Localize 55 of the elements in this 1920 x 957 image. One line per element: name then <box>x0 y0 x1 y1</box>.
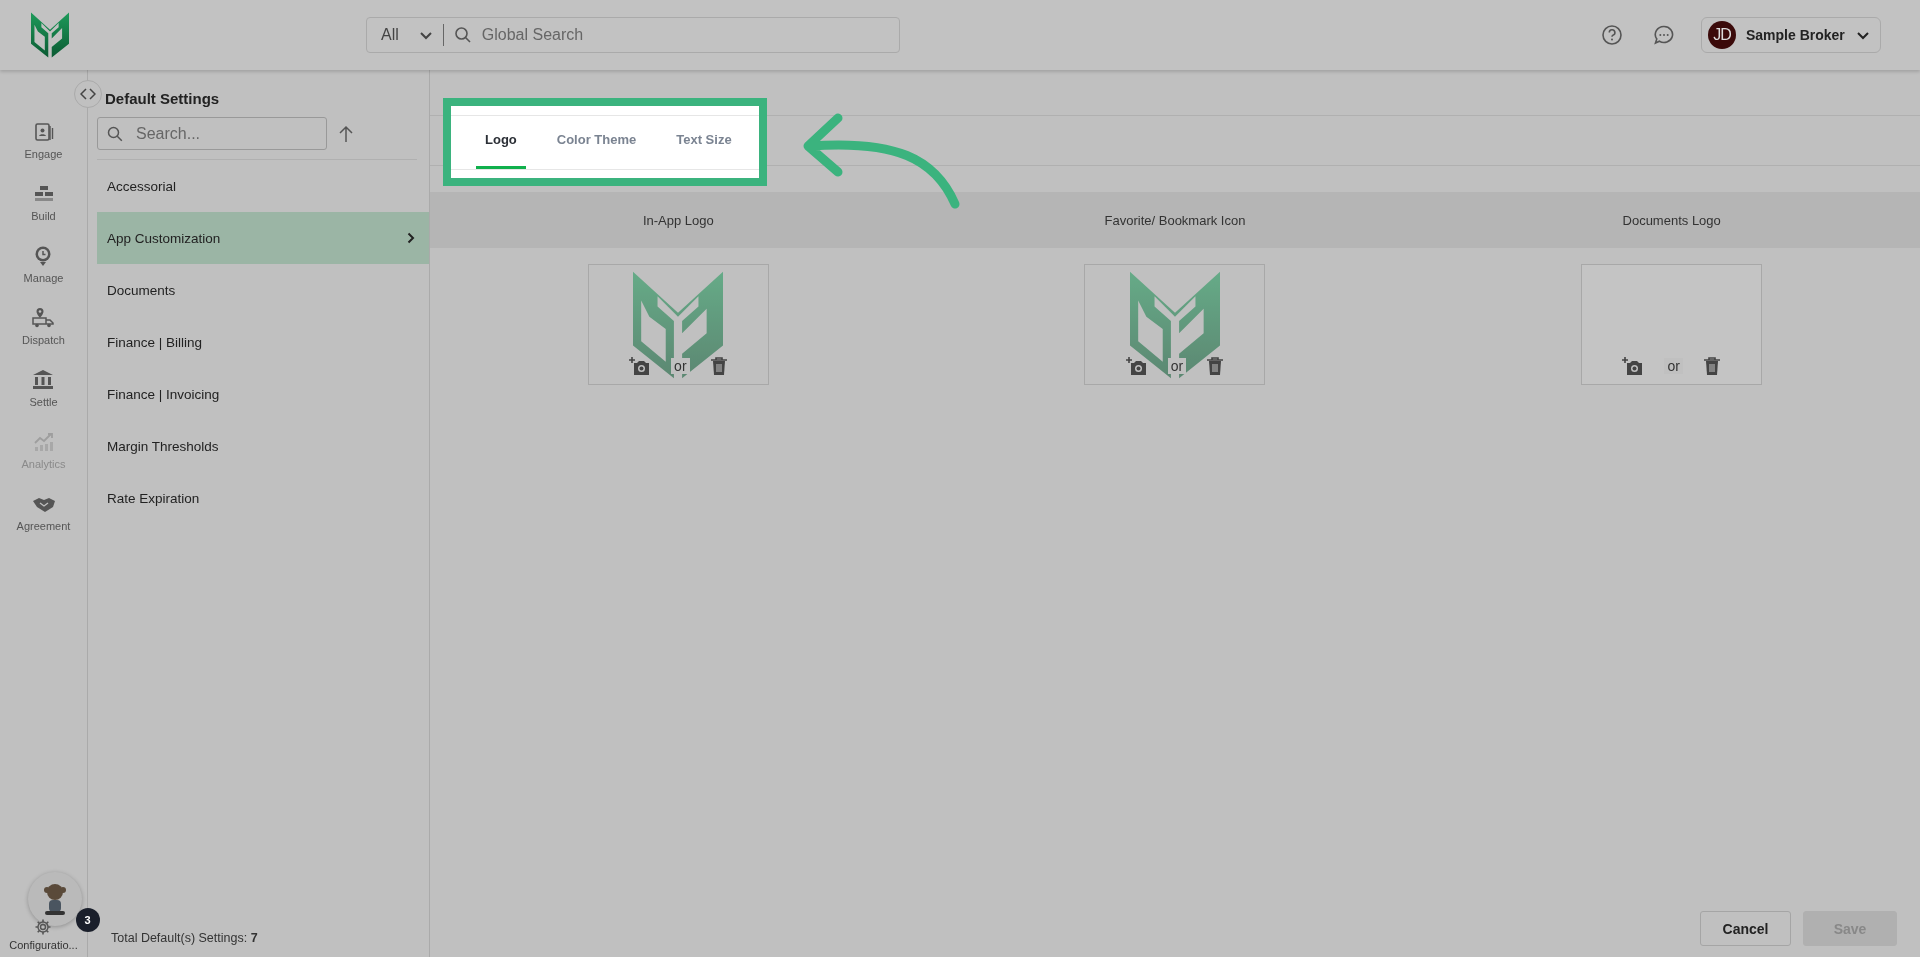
bank-icon <box>31 368 56 392</box>
truck-pin-icon <box>31 306 56 330</box>
assistant-avatar[interactable] <box>27 872 82 926</box>
nav-item[interactable]: Build <box>31 182 56 244</box>
user-menu-button[interactable]: JD Sample Broker <box>1701 17 1881 53</box>
search-icon <box>453 26 472 44</box>
tab[interactable]: Color Theme <box>547 112 646 170</box>
global-search-field[interactable]: All Global Search <box>366 17 900 53</box>
chevron-right-icon <box>407 232 415 244</box>
chevron-down-icon <box>418 30 433 40</box>
nav-item[interactable]: Engage <box>24 120 63 182</box>
trash-icon[interactable] <box>709 356 728 376</box>
column-header: Documents Logo <box>1423 192 1920 248</box>
or-label: or <box>671 358 690 374</box>
configuration-button[interactable]: Configuratio... <box>9 918 78 951</box>
chat-icon[interactable] <box>1653 24 1675 46</box>
code-brackets-icon <box>80 88 96 100</box>
logo-upload-box[interactable]: or <box>1581 264 1763 385</box>
settings-list-item[interactable]: Margin Thresholds <box>97 420 429 472</box>
settings-search-field[interactable]: Search... <box>97 117 327 150</box>
user-avatar: JD <box>1708 21 1736 49</box>
tab[interactable]: Logo <box>476 112 526 170</box>
search-icon <box>107 126 123 142</box>
help-icon[interactable] <box>1601 24 1623 46</box>
or-label: or <box>1664 358 1683 374</box>
search-scope-dropdown[interactable]: All <box>367 24 444 46</box>
settings-list-item[interactable]: Documents <box>97 264 429 316</box>
nav-item[interactable]: Manage <box>23 244 64 306</box>
collapse-toggle-button[interactable] <box>74 80 102 108</box>
nav-item[interactable]: Agreement <box>16 492 71 554</box>
tab[interactable]: Text Size <box>667 112 741 170</box>
column-header: In-App Logo <box>430 192 927 248</box>
nav-item[interactable]: Settle <box>29 368 58 430</box>
add-photo-icon[interactable] <box>1125 356 1148 376</box>
settings-list-item[interactable]: Finance | Invoicing <box>97 368 429 420</box>
logo-upload-box[interactable]: or <box>587 264 769 385</box>
chevron-down-icon <box>1856 30 1870 40</box>
notification-badge: 3 <box>75 908 100 932</box>
settings-list-item[interactable]: Finance | Billing <box>97 316 429 368</box>
trash-icon[interactable] <box>1702 356 1721 376</box>
cancel-button[interactable]: Cancel <box>1700 911 1791 946</box>
settings-list-item[interactable]: App Customization <box>97 212 429 264</box>
settings-count: Total Default(s) Settings: 7 <box>110 931 259 947</box>
column-header: Favorite/ Bookmark Icon <box>926 192 1424 248</box>
settings-list-item[interactable]: Rate Expiration <box>97 472 429 524</box>
nav-item[interactable]: Dispatch <box>22 306 65 368</box>
settings-icon <box>34 918 53 936</box>
logo-upload-box[interactable]: or <box>1084 264 1266 385</box>
sort-arrow-icon[interactable] <box>339 124 353 143</box>
add-photo-icon[interactable] <box>1622 356 1645 376</box>
or-label: or <box>1167 358 1187 374</box>
settings-list-item[interactable]: Accessorial <box>97 160 429 212</box>
add-photo-icon[interactable] <box>629 356 652 376</box>
panel-title: Default Settings <box>105 90 221 107</box>
trash-icon[interactable] <box>1206 356 1225 376</box>
